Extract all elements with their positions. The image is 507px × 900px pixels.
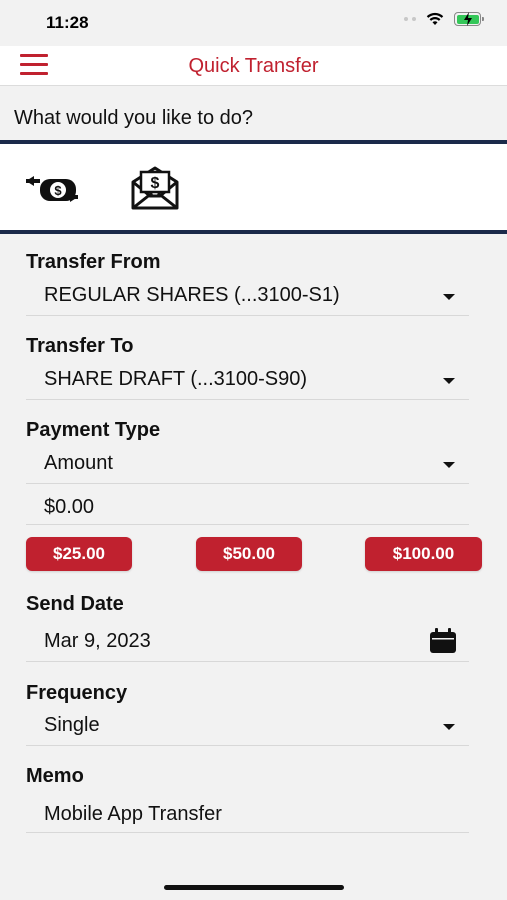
transfer-to-select[interactable]: SHARE DRAFT (...3100-S90): [26, 360, 469, 400]
calendar-icon[interactable]: [429, 628, 457, 654]
action-prompt: What would you like to do?: [14, 107, 254, 129]
memo-input[interactable]: Mobile App Transfer: [26, 795, 469, 833]
battery-charging-icon: [454, 12, 484, 26]
frequency-select[interactable]: Single: [26, 706, 469, 746]
memo-value: Mobile App Transfer: [44, 803, 222, 825]
chevron-down-icon: [443, 294, 455, 300]
chevron-down-icon: [443, 462, 455, 468]
send-date-label: Send Date: [26, 593, 124, 615]
page-title: Quick Transfer: [188, 55, 319, 77]
send-date-value: Mar 9, 2023: [44, 630, 151, 652]
transfer-from-value: REGULAR SHARES (...3100-S1): [44, 284, 340, 306]
nav-bar: Quick Transfer: [0, 46, 507, 86]
cellular-signal-icon: [404, 17, 416, 21]
transfer-to-value: SHARE DRAFT (...3100-S90): [44, 368, 308, 390]
quick-amount-25-button[interactable]: $25.00: [26, 537, 132, 571]
quick-amount-50-button[interactable]: $50.00: [196, 537, 302, 571]
chevron-down-icon: [443, 378, 455, 384]
transfer-from-label: Transfer From: [26, 251, 161, 273]
send-date-field[interactable]: Mar 9, 2023: [26, 622, 469, 662]
status-time: 11:28: [46, 13, 89, 32]
payment-type-select[interactable]: Amount: [26, 444, 469, 484]
transfer-to-label: Transfer To: [26, 335, 134, 357]
payment-type-value: Amount: [44, 452, 113, 474]
status-icons: [404, 12, 484, 26]
frequency-label: Frequency: [26, 682, 128, 704]
memo-label: Memo: [26, 765, 84, 787]
money-transfer-icon[interactable]: $: [26, 176, 78, 206]
action-strip: $ $: [0, 140, 507, 234]
amount-input[interactable]: $0.00: [26, 488, 469, 525]
status-bar: 11:28: [0, 0, 507, 46]
svg-text:$: $: [151, 175, 160, 192]
frequency-value: Single: [44, 714, 100, 736]
svg-text:$: $: [54, 183, 62, 198]
payment-type-label: Payment Type: [26, 419, 161, 441]
home-indicator[interactable]: [164, 885, 344, 890]
envelope-dollar-icon[interactable]: $: [130, 166, 180, 210]
amount-value: $0.00: [44, 496, 95, 518]
wifi-icon: [426, 12, 444, 25]
transfer-from-select[interactable]: REGULAR SHARES (...3100-S1): [26, 276, 469, 316]
quick-amount-100-button[interactable]: $100.00: [365, 537, 482, 571]
chevron-down-icon: [443, 724, 455, 730]
